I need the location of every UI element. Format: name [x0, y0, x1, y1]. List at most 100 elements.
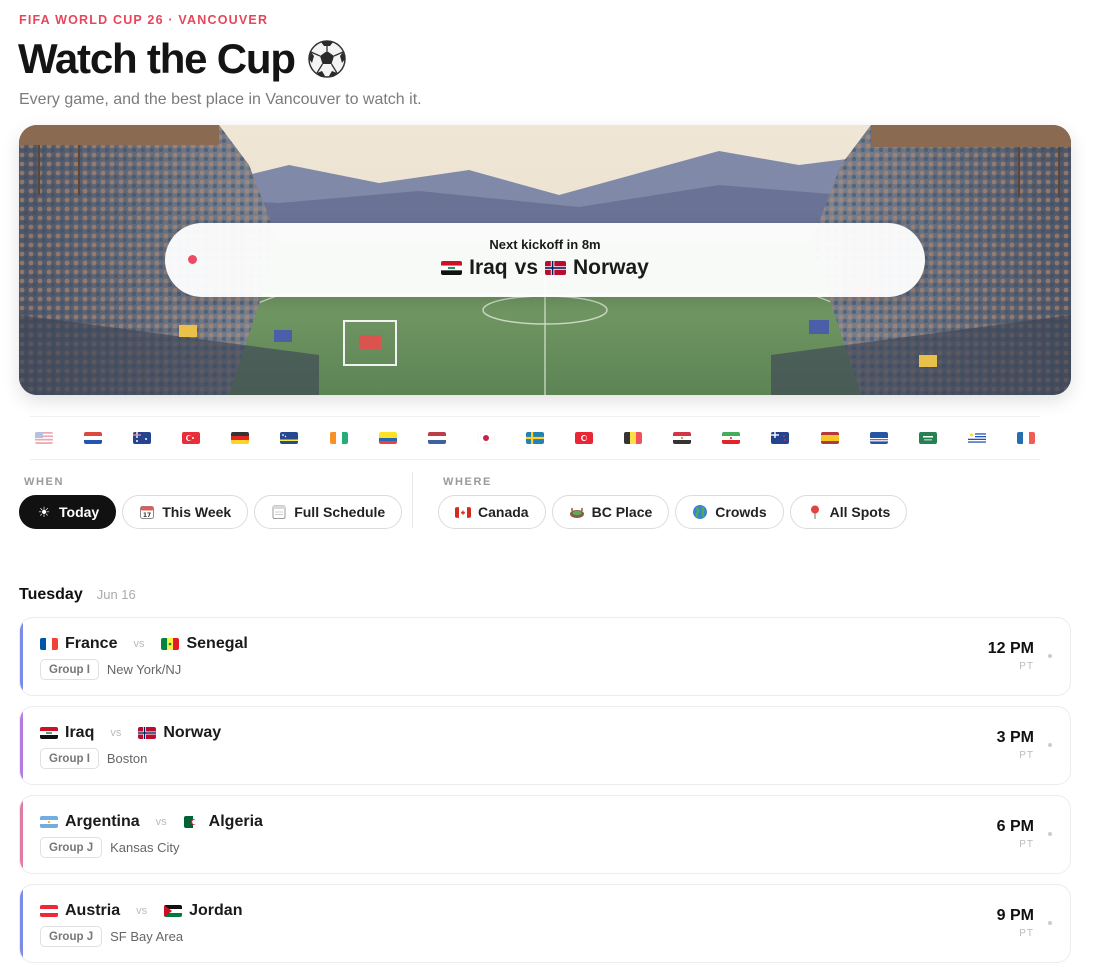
match-kickoff-time: 6 PM [996, 818, 1034, 835]
where-all-spots-label: All Spots [829, 504, 891, 520]
match-kickoff-time: 9 PM [996, 907, 1034, 924]
match-venue: Boston [106, 751, 148, 766]
where-canada-button[interactable]: Canada [438, 495, 546, 529]
match-vs: vs [110, 727, 122, 739]
filter-flag-belgium[interactable] [621, 426, 645, 450]
match-vs: vs [155, 816, 167, 828]
saudi-arabia-flag-icon [918, 432, 937, 444]
filter-flag-paraguay[interactable] [81, 426, 105, 450]
kickoff-home-team: Iraq [469, 256, 508, 279]
france-flag-icon [1016, 432, 1035, 444]
sweden-flag-icon [525, 432, 544, 444]
match-timezone: PT [1019, 839, 1034, 850]
germany-flag-icon [231, 432, 250, 444]
svg-text:17: 17 [143, 512, 151, 519]
iran-flag-icon [722, 432, 741, 444]
expand-indicator-icon [1048, 832, 1052, 836]
match-home-team: Iraq [65, 724, 95, 741]
match-vs: vs [136, 905, 148, 917]
argentina-flag-icon [40, 816, 58, 828]
filter-flag-uruguay[interactable] [965, 426, 989, 450]
kickoff-countdown: Next kickoff in 8m [489, 237, 601, 252]
match-group-badge: Group I [40, 748, 99, 769]
match-card-iraq-norway[interactable]: Iraq vs Norway Group I Boston 3 PM PT [19, 706, 1071, 785]
soccer-ball-icon [308, 40, 346, 78]
filter-flag-france[interactable] [1014, 426, 1038, 450]
filter-flag-tunisia[interactable] [572, 426, 596, 450]
when-today-label: Today [59, 504, 100, 520]
filter-flag-usa[interactable] [32, 426, 56, 450]
egypt-flag-icon [673, 432, 692, 444]
match-meta: Group J Kansas City [40, 837, 179, 858]
filter-flag-turkey[interactable] [179, 426, 203, 450]
match-group-badge: Group J [40, 926, 103, 947]
match-venue: Kansas City [110, 840, 180, 855]
filter-flag-australia[interactable] [130, 426, 154, 450]
filter-flag-japan[interactable] [474, 426, 498, 450]
norway-flag-icon [138, 727, 157, 739]
when-this-week-button[interactable]: 17 This Week [122, 495, 249, 529]
austria-flag-icon [40, 905, 58, 917]
schedule-day-header: Tuesday Jun 16 [19, 586, 136, 604]
when-full-schedule-button[interactable]: Full Schedule [254, 495, 403, 529]
where-crowds-button[interactable]: Crowds [675, 495, 784, 529]
where-filter-group: Canada BC Place Crowds All Spots [438, 495, 908, 529]
expand-indicator-icon [1048, 743, 1052, 747]
filter-flag-egypt[interactable] [670, 426, 694, 450]
schedule-icon [272, 505, 286, 519]
filter-flag-cape-verde[interactable] [867, 426, 891, 450]
jordan-flag-icon [164, 905, 183, 917]
filter-flag-curacao[interactable] [277, 426, 301, 450]
match-meta: Group J SF Bay Area [40, 926, 183, 947]
filter-flag-new-zealand[interactable] [768, 426, 792, 450]
match-kickoff-time: 12 PM [987, 640, 1034, 657]
match-teams: Iraq vs Norway [40, 724, 221, 742]
uruguay-flag-icon [967, 432, 986, 444]
match-card-argentina-algeria[interactable]: Argentina vs Algeria Group J Kansas City… [19, 795, 1071, 874]
match-vs: vs [133, 638, 145, 650]
australia-flag-icon [133, 432, 152, 444]
match-time: 3 PM PT [997, 729, 1034, 761]
match-kickoff-time: 3 PM [996, 729, 1034, 746]
netherlands-flag-icon [427, 432, 446, 444]
canada-flag-icon [455, 506, 471, 518]
filter-flag-spain[interactable] [818, 426, 842, 450]
team-flag-filter [30, 416, 1040, 460]
match-group-badge: Group J [40, 837, 103, 858]
turkey-flag-icon [182, 432, 201, 444]
where-bc-place-button[interactable]: BC Place [551, 495, 670, 529]
norway-flag-icon [545, 261, 566, 275]
iraq-flag-icon [40, 727, 58, 739]
calendar-icon: 17 [140, 506, 155, 519]
expand-indicator-icon [1048, 921, 1052, 925]
match-card-france-senegal[interactable]: France vs Senegal Group I New York/NJ 12… [19, 617, 1071, 696]
where-crowds-label: Crowds [715, 504, 767, 520]
filter-flag-saudi-arabia[interactable] [916, 426, 940, 450]
match-home-team: France [65, 635, 118, 652]
ecuador-flag-icon [378, 432, 397, 444]
filter-flag-sweden[interactable] [523, 426, 547, 450]
match-card-austria-jordan[interactable]: Austria vs Jordan Group J SF Bay Area 9 … [19, 884, 1071, 963]
algeria-flag-icon [183, 816, 202, 828]
when-today-button[interactable]: ☀ Today [19, 495, 117, 529]
next-kickoff-card[interactable]: Next kickoff in 8m Iraq vs Norway [165, 223, 925, 297]
when-filter-group: ☀ Today 17 This Week Full Schedule [19, 495, 403, 529]
filter-flag-ecuador[interactable] [376, 426, 400, 450]
filter-flag-ivory-coast[interactable] [327, 426, 351, 450]
filter-flag-germany[interactable] [228, 426, 252, 450]
filter-flag-netherlands[interactable] [425, 426, 449, 450]
match-away-team: Senegal [186, 635, 248, 652]
page-title: Watch the Cup [18, 34, 347, 84]
match-teams: Argentina vs Algeria [40, 813, 263, 831]
match-time: 6 PM PT [997, 818, 1034, 850]
match-timezone: PT [1019, 661, 1034, 672]
match-group-badge: Group I [40, 659, 99, 680]
match-teams: France vs Senegal [40, 635, 248, 653]
spain-flag-icon [820, 432, 839, 444]
where-all-spots-button[interactable]: All Spots [789, 495, 908, 529]
filter-flag-iran[interactable] [719, 426, 743, 450]
match-venue: New York/NJ [106, 662, 182, 677]
iraq-flag-icon [441, 261, 463, 275]
where-label: WHERE [443, 476, 492, 488]
kickoff-vs: vs [514, 256, 538, 279]
